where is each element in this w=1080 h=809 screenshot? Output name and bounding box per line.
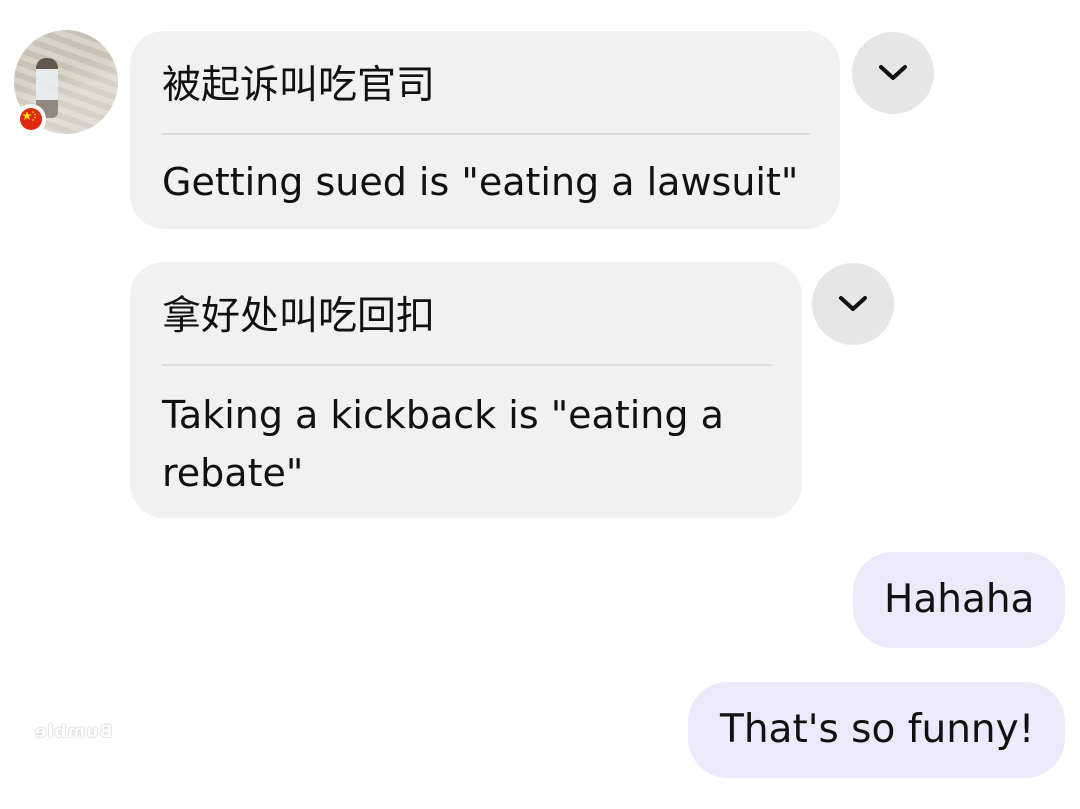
- china-flag-icon: [20, 108, 42, 130]
- chevron-down-icon: [839, 296, 867, 311]
- original-message-text: 拿好处叫吃回扣: [162, 294, 436, 339]
- outgoing-message-text: Hahaha: [884, 577, 1035, 622]
- outgoing-message-text: That's so funny!: [720, 707, 1035, 752]
- country-flag-badge: [16, 104, 46, 134]
- app-watermark: Bumble: [34, 722, 113, 742]
- incoming-message-bubble[interactable]: 被起诉叫吃官司 Getting sued is "eating a lawsui…: [130, 31, 840, 229]
- original-message-text: 被起诉叫吃官司: [162, 63, 436, 108]
- chevron-down-icon: [879, 65, 907, 80]
- translated-message-text: Taking a kickback is "eating a rebate": [162, 393, 724, 495]
- expand-translation-button[interactable]: [812, 263, 894, 345]
- translated-message-text: Getting sued is "eating a lawsuit": [162, 160, 799, 204]
- expand-translation-button[interactable]: [852, 32, 934, 114]
- outgoing-message-bubble[interactable]: That's so funny!: [688, 682, 1065, 778]
- outgoing-message-bubble[interactable]: Hahaha: [853, 552, 1065, 648]
- sender-avatar[interactable]: [14, 30, 118, 134]
- chat-thread: 被起诉叫吃官司 Getting sued is "eating a lawsui…: [0, 0, 1080, 809]
- incoming-message-bubble[interactable]: 拿好处叫吃回扣 Taking a kickback is "eating a r…: [130, 262, 802, 518]
